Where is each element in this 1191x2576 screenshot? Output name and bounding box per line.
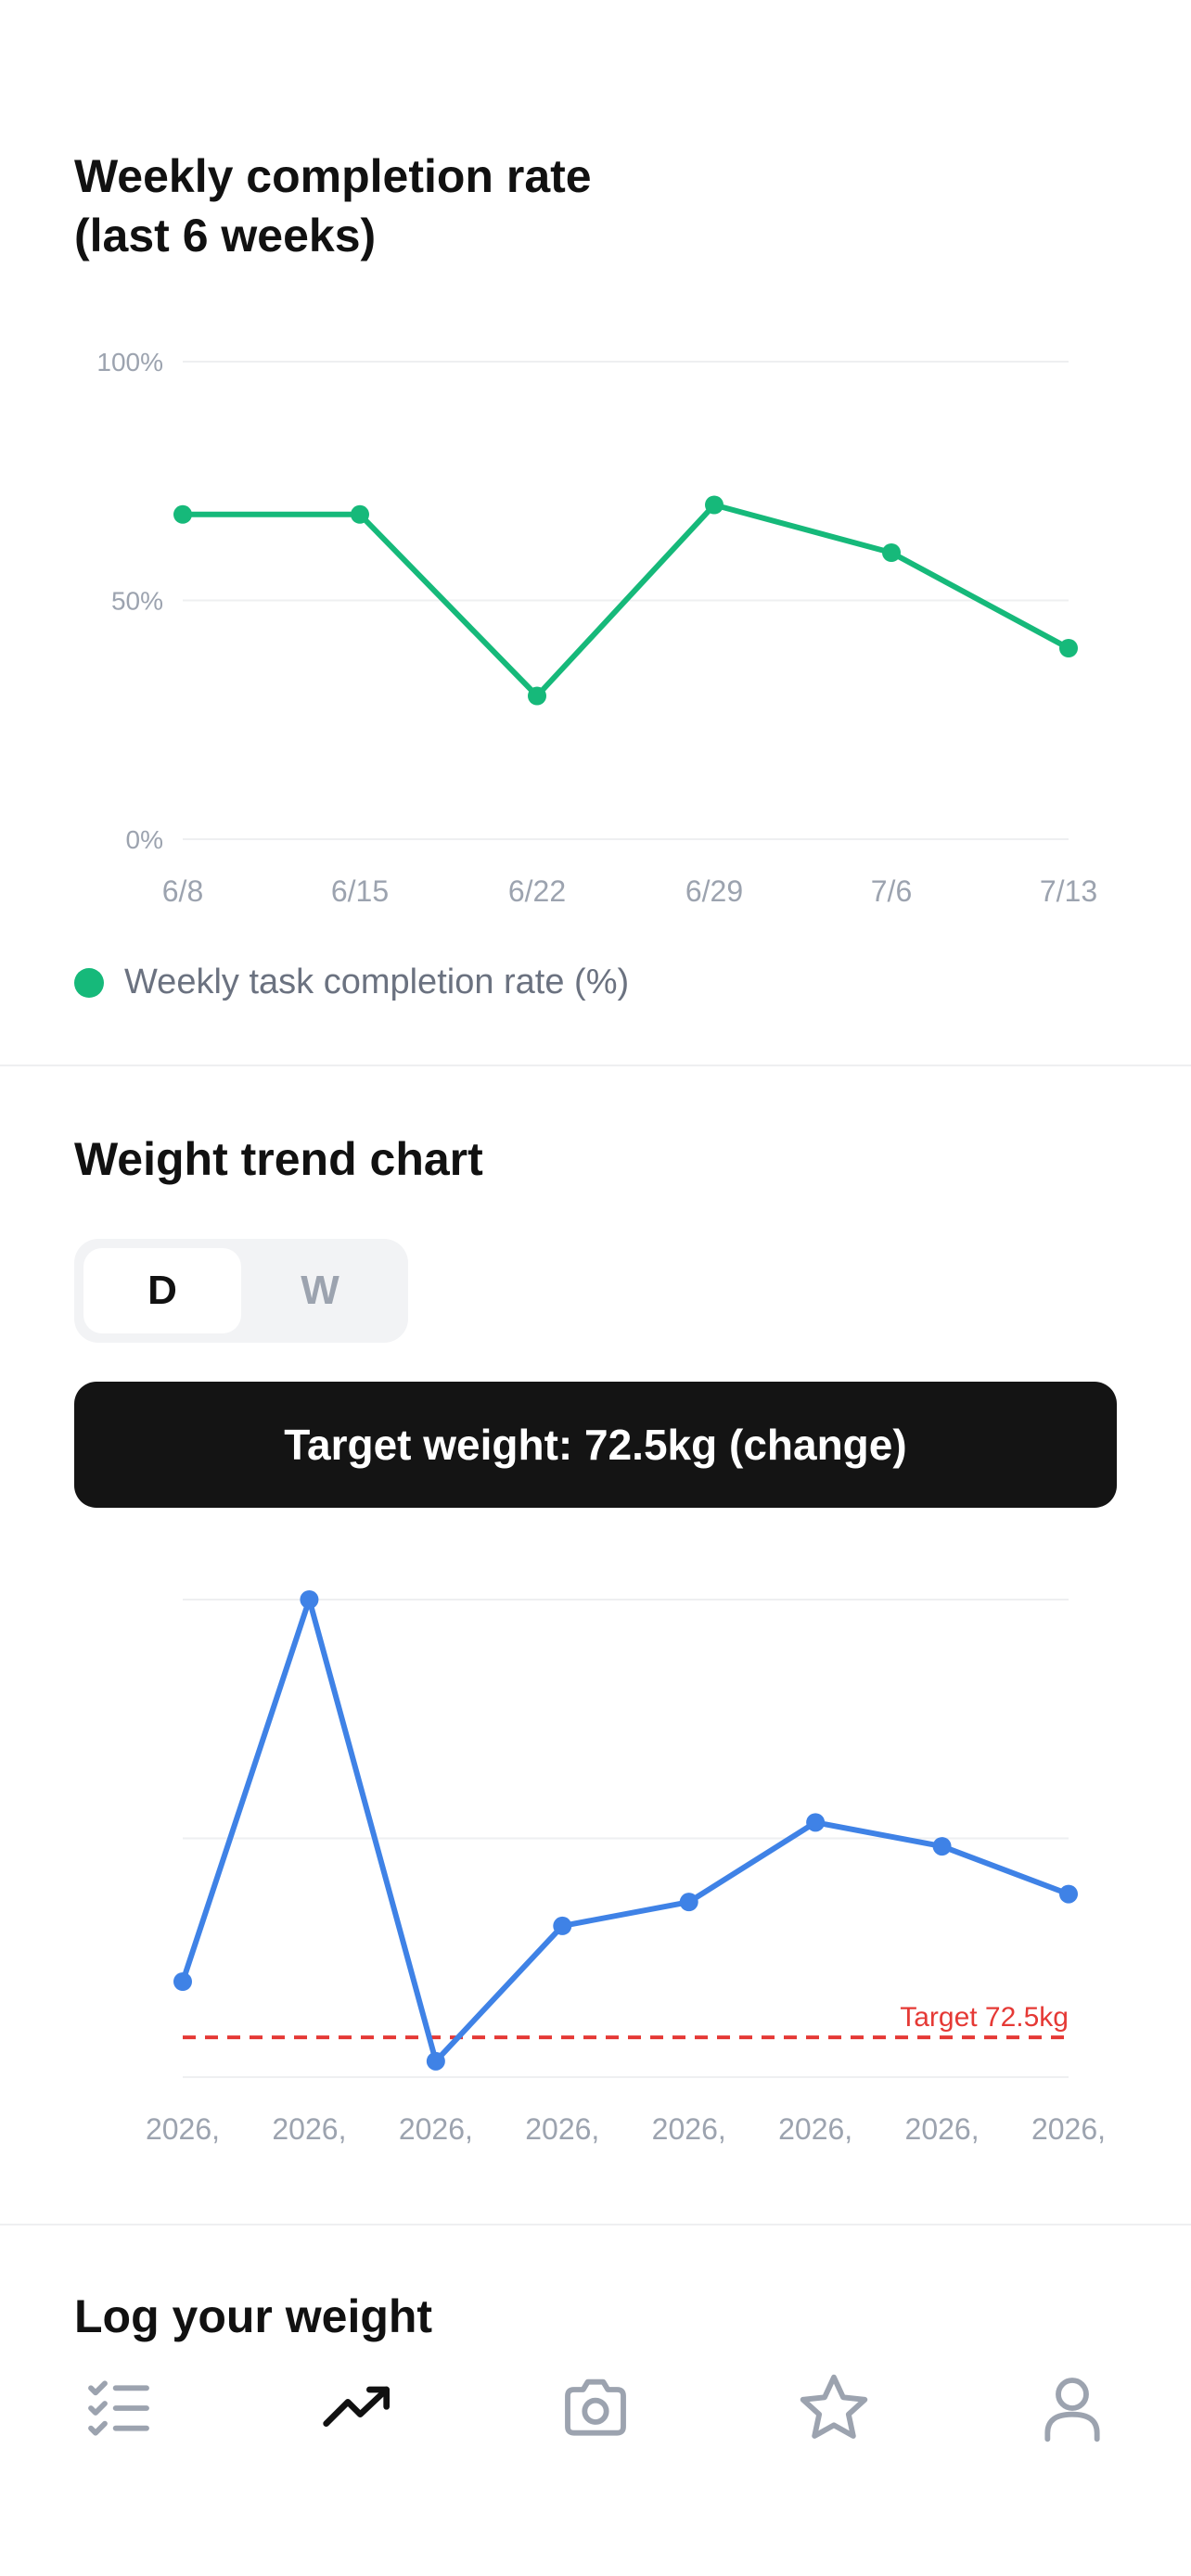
weight-point <box>932 1837 952 1856</box>
x-tick-label: 6/29 <box>685 874 743 908</box>
star-icon <box>800 2374 868 2439</box>
weight-line-chart: Target 72.5kg 2026, 2026, 2026, 2026, 2026, 20… <box>146 1590 1106 2146</box>
x-tick-label: 6/22 <box>508 874 566 908</box>
weight-point <box>806 1813 826 1832</box>
bottom-tab-bar <box>0 2348 1191 2468</box>
completion-title-line1: Weekly completion rate <box>74 150 592 202</box>
legend-dot-icon <box>74 967 104 998</box>
x-tick-label: 2026, <box>272 2112 346 2146</box>
weight-point <box>300 1590 319 1609</box>
x-tick-label: 7/6 <box>871 874 912 908</box>
data-point <box>705 495 724 515</box>
target-weight-button[interactable]: Target weight: 72.5kg (change) <box>74 1382 1117 1508</box>
y-tick-label: 0% <box>126 825 163 854</box>
x-tick-label: 6/8 <box>162 874 203 908</box>
weight-point <box>426 2051 445 2071</box>
data-point <box>1059 639 1078 657</box>
tab-tasks[interactable] <box>54 2353 184 2464</box>
data-point <box>882 543 901 562</box>
data-point <box>173 504 192 524</box>
period-week-button[interactable]: W <box>241 1248 399 1333</box>
trend-up-icon <box>323 2386 391 2427</box>
log-weight-title: Log your weight <box>74 2290 433 2342</box>
x-tick-label: 7/13 <box>1040 874 1097 908</box>
weight-point <box>679 1893 698 1912</box>
x-tick-label: 2026, <box>399 2112 473 2146</box>
weight-line <box>180 1597 1070 2064</box>
weight-point <box>1059 1884 1078 1904</box>
section-divider <box>0 1065 1191 1066</box>
section-divider-2 <box>0 2224 1191 2225</box>
period-day-button[interactable]: D <box>83 1248 241 1333</box>
legend-label: Weekly task completion rate (%) <box>124 963 630 1001</box>
x-tick-label: 2026, <box>778 2112 852 2146</box>
period-toggle[interactable]: D W <box>74 1239 408 1343</box>
tab-favorites[interactable] <box>769 2353 899 2464</box>
tab-camera[interactable] <box>531 2353 660 2464</box>
profile-icon <box>1044 2378 1100 2442</box>
completion-legend: Weekly task completion rate (%) <box>74 963 629 1002</box>
target-label: Target 72.5kg <box>900 2002 1069 2033</box>
tab-profile[interactable] <box>1007 2353 1137 2464</box>
weight-point <box>553 1916 572 1935</box>
completion-title-line2: (last 6 weeks) <box>74 210 377 261</box>
y-tick-label: 50% <box>111 587 163 616</box>
checklist-icon <box>88 2380 150 2436</box>
completion-chart-title: Weekly completion rate (last 6 weeks) <box>74 147 592 265</box>
y-tick-label: 100% <box>96 348 163 376</box>
data-point <box>351 504 369 524</box>
weight-point <box>173 1972 192 1991</box>
data-point <box>528 686 546 706</box>
weight-chart-title: Weight trend chart <box>74 1133 483 1185</box>
x-tick-label: 6/15 <box>331 874 389 908</box>
completion-line-chart: 0% 50% 100% 6/8 6/15 6/22 6/29 7/6 7/13 <box>96 348 1097 908</box>
x-tick-label: 2026, <box>525 2112 599 2146</box>
x-tick-label: 2026, <box>1031 2112 1106 2146</box>
x-tick-label: 2026, <box>905 2112 980 2146</box>
x-tick-label: 2026, <box>146 2112 220 2146</box>
camera-icon <box>565 2378 626 2436</box>
x-tick-label: 2026, <box>652 2112 726 2146</box>
tab-trend[interactable] <box>292 2353 422 2464</box>
